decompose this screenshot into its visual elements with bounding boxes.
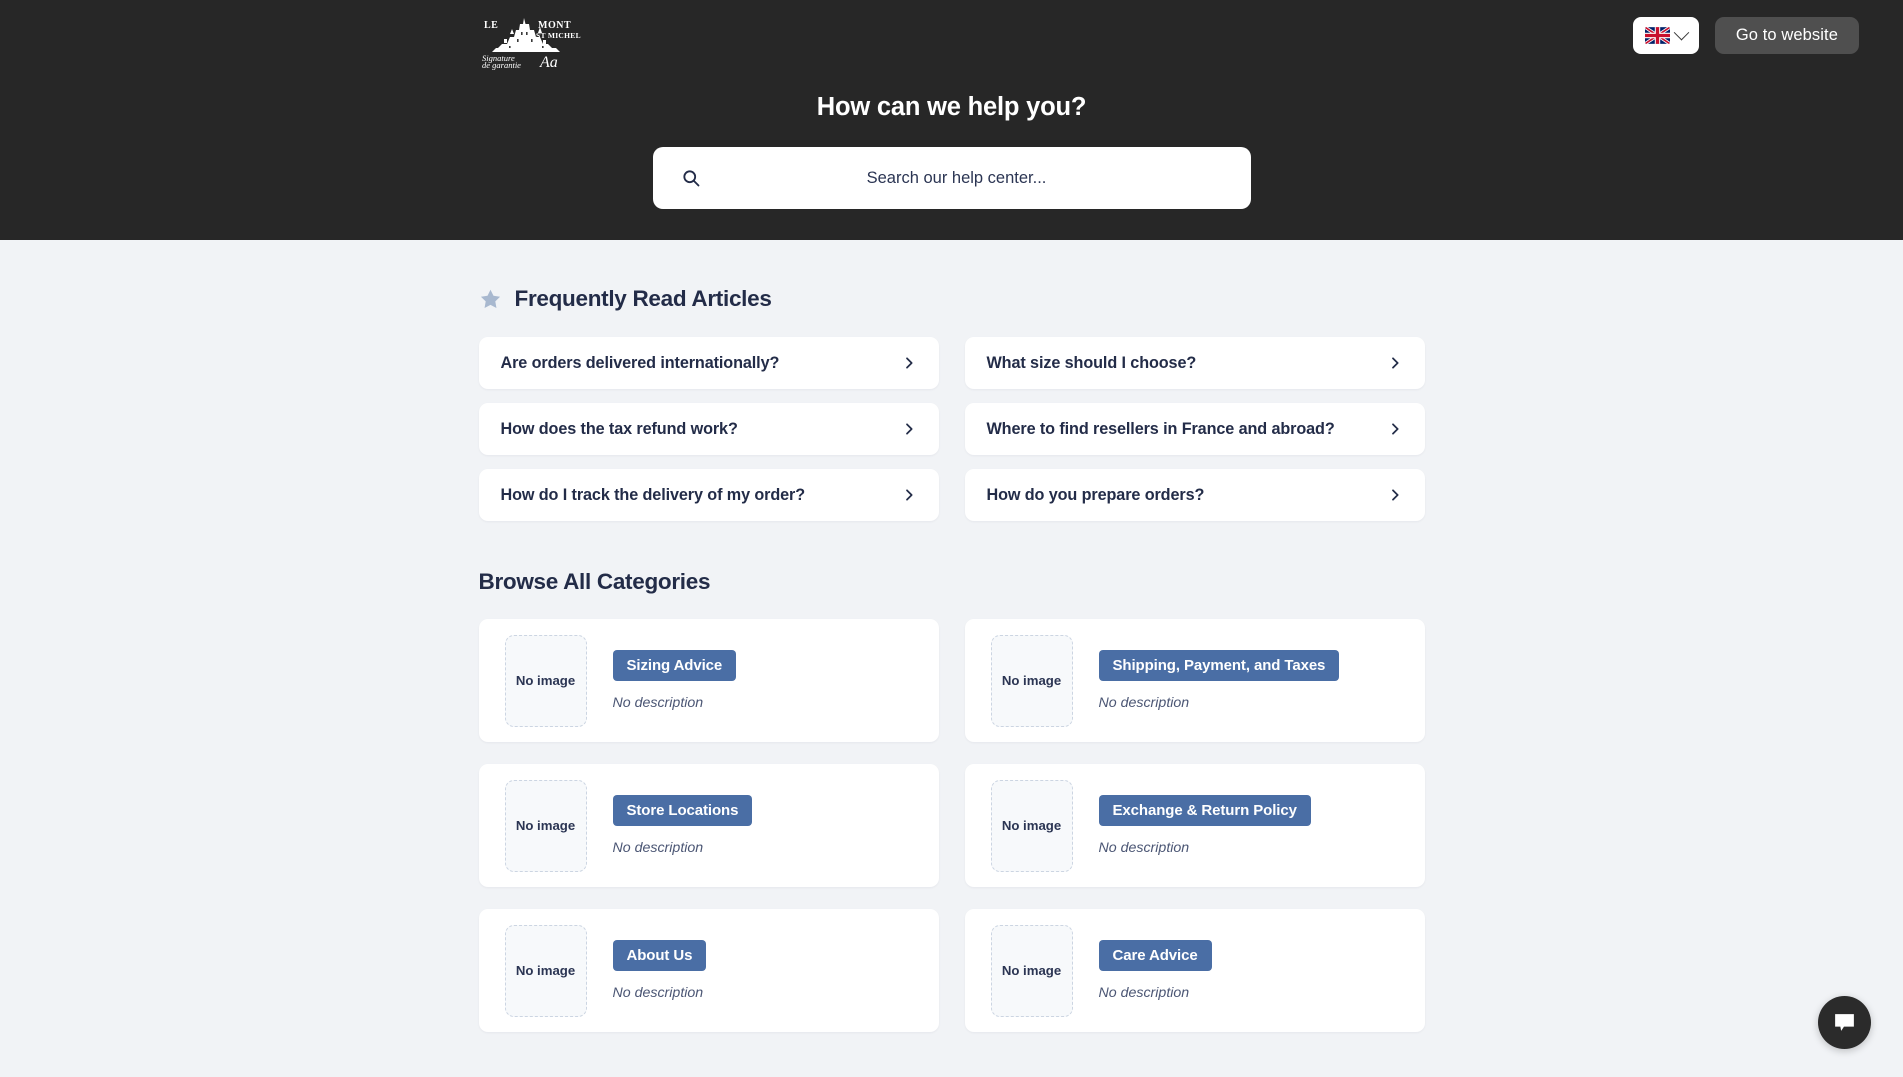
chevron-down-icon xyxy=(1673,24,1690,41)
category-body: Care Advice No description xyxy=(1098,940,1212,1001)
frequently-read-header: Frequently Read Articles xyxy=(479,286,1425,312)
category-description: No description xyxy=(1098,985,1190,1001)
category-image-placeholder: No image xyxy=(990,634,1073,727)
category-body: Shipping, Payment, and Taxes No descript… xyxy=(1098,650,1340,711)
svg-text:Aa: Aa xyxy=(539,54,558,71)
category-image-placeholder: No image xyxy=(504,779,587,872)
article-card[interactable]: How do I track the delivery of my order? xyxy=(478,469,939,521)
main-content: Frequently Read Articles Are orders deli… xyxy=(478,240,1425,1077)
category-image-placeholder: No image xyxy=(990,924,1073,1017)
chevron-right-icon xyxy=(901,421,917,437)
category-title-badge[interactable]: Care Advice xyxy=(1098,940,1212,971)
hero-header: LE MONT ST MICHEL Signature de garantie … xyxy=(0,0,1903,240)
search-bar[interactable]: Search our help center... xyxy=(652,147,1251,209)
svg-text:LE: LE xyxy=(484,20,498,31)
browse-all-categories-title: Browse All Categories xyxy=(478,569,711,594)
article-card[interactable]: What size should I choose? xyxy=(964,337,1425,389)
category-card[interactable]: No image Sizing Advice No description xyxy=(478,619,939,742)
language-selector[interactable] xyxy=(1632,17,1699,54)
article-card[interactable]: Where to find resellers in France and ab… xyxy=(964,403,1425,455)
category-card[interactable]: No image Shipping, Payment, and Taxes No… xyxy=(964,619,1425,742)
category-title-badge[interactable]: Exchange & Return Policy xyxy=(1098,795,1311,826)
category-title-badge[interactable]: Shipping, Payment, and Taxes xyxy=(1098,650,1340,681)
category-title-badge[interactable]: Store Locations xyxy=(612,795,753,826)
category-card[interactable]: No image Exchange & Return Policy No des… xyxy=(964,764,1425,887)
category-body: Exchange & Return Policy No description xyxy=(1098,795,1311,856)
le-mont-st-michel-logo[interactable]: LE MONT ST MICHEL Signature de garantie … xyxy=(480,15,588,71)
category-body: About Us No description xyxy=(612,940,707,1001)
category-description: No description xyxy=(612,985,704,1001)
chat-bubble-icon xyxy=(1832,1010,1857,1035)
article-card[interactable]: How does the tax refund work? xyxy=(478,403,939,455)
article-title: What size should I choose? xyxy=(986,353,1197,372)
chevron-right-icon xyxy=(1387,487,1403,503)
svg-text:de garantie: de garantie xyxy=(482,60,521,70)
chevron-right-icon xyxy=(901,355,917,371)
category-description: No description xyxy=(1098,695,1190,711)
category-card[interactable]: No image Store Locations No description xyxy=(478,764,939,887)
chat-widget-button[interactable] xyxy=(1818,996,1871,1049)
article-card[interactable]: Are orders delivered internationally? xyxy=(478,337,939,389)
category-body: Sizing Advice No description xyxy=(612,650,737,711)
search-icon xyxy=(681,168,701,188)
category-title-badge[interactable]: About Us xyxy=(612,940,707,971)
article-title: How does the tax refund work? xyxy=(500,419,738,438)
star-icon xyxy=(479,288,502,311)
search-input[interactable]: Search our help center... xyxy=(653,169,1251,188)
category-title-badge[interactable]: Sizing Advice xyxy=(612,650,737,681)
uk-flag-icon xyxy=(1644,27,1670,44)
frequently-read-grid: Are orders delivered internationally? Wh… xyxy=(478,337,1425,521)
category-image-placeholder: No image xyxy=(504,924,587,1017)
category-description: No description xyxy=(612,695,704,711)
category-image-placeholder: No image xyxy=(990,779,1073,872)
article-title: Where to find resellers in France and ab… xyxy=(986,419,1335,438)
svg-text:MONT: MONT xyxy=(538,20,571,31)
page-title: How can we help you? xyxy=(816,93,1087,121)
article-title: Are orders delivered internationally? xyxy=(500,353,780,372)
svg-text:ST MICHEL: ST MICHEL xyxy=(536,31,581,40)
chevron-right-icon xyxy=(901,487,917,503)
frequently-read-title: Frequently Read Articles xyxy=(514,286,772,311)
category-body: Store Locations No description xyxy=(612,795,753,856)
category-description: No description xyxy=(612,840,704,856)
chevron-right-icon xyxy=(1387,421,1403,437)
article-title: How do you prepare orders? xyxy=(986,485,1205,504)
chevron-right-icon xyxy=(1387,355,1403,371)
category-image-placeholder: No image xyxy=(504,634,587,727)
header-actions: Go to website xyxy=(1632,17,1859,54)
go-to-website-button[interactable]: Go to website xyxy=(1714,17,1859,54)
category-card[interactable]: No image About Us No description xyxy=(478,909,939,1032)
article-title: How do I track the delivery of my order? xyxy=(500,485,806,504)
category-description: No description xyxy=(1098,840,1190,856)
category-card[interactable]: No image Care Advice No description xyxy=(964,909,1425,1032)
categories-grid: No image Sizing Advice No description No… xyxy=(478,619,1425,1077)
article-card[interactable]: How do you prepare orders? xyxy=(964,469,1425,521)
